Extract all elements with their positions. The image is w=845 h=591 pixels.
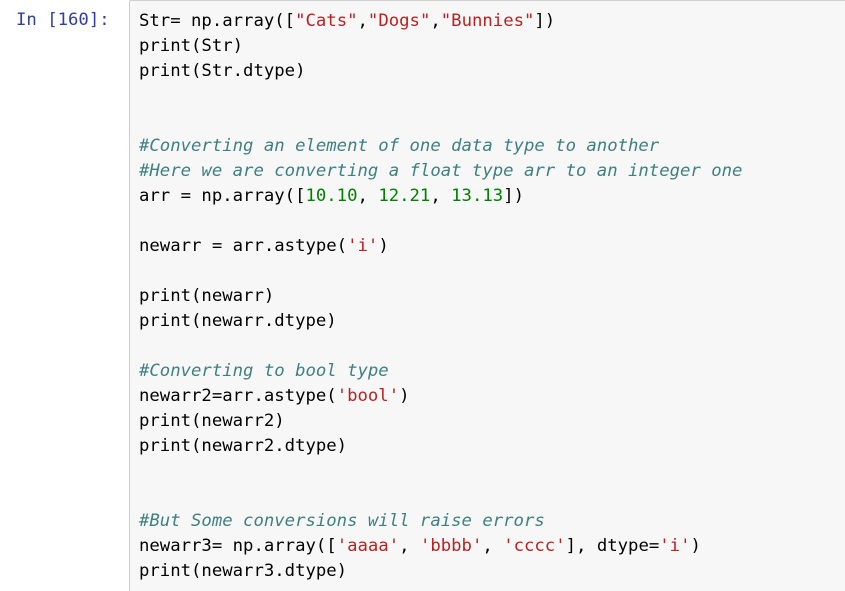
string-literal: 'i' <box>347 236 379 256</box>
number-literal: 10.10 <box>305 186 358 206</box>
code-token: , <box>399 536 420 556</box>
string-literal: 'bbbb' <box>419 536 483 556</box>
code-token: ) <box>378 236 389 256</box>
code-line: print(newarr3.dtype) <box>139 559 742 584</box>
code-comment: #Converting to bool type <box>139 361 389 381</box>
code-token: ) <box>399 386 410 406</box>
code-area[interactable]: Str= np.array(["Cats","Dogs","Bunnies"])… <box>139 9 742 584</box>
code-line: print(newarr.dtype) <box>139 309 742 334</box>
code-line: #Converting to bool type <box>139 359 742 384</box>
code-line: print(Str.dtype) <box>139 59 742 84</box>
string-literal: 'cccc' <box>503 536 566 556</box>
code-line: print(newarr2) <box>139 409 742 434</box>
code-token: Str= np.array([ <box>139 11 296 31</box>
code-token: print(Str.dtype) <box>139 61 306 81</box>
code-token: ) <box>690 536 701 556</box>
code-token: , <box>357 186 379 206</box>
number-literal: 13.13 <box>451 186 504 206</box>
code-comment: #Converting an element of one data type … <box>139 136 660 156</box>
code-token: print(Str) <box>139 36 244 56</box>
code-comment: #But Some conversions will raise errors <box>139 511 545 531</box>
code-token: print(newarr3.dtype) <box>139 561 348 581</box>
code-token: ], dtype= <box>565 536 660 556</box>
code-token: ]) <box>534 11 556 31</box>
code-token: , <box>357 11 368 31</box>
code-line: #Converting an element of one data type … <box>139 134 742 159</box>
code-token: newarr2=arr.astype( <box>139 386 337 406</box>
string-literal: "Bunnies" <box>440 11 535 31</box>
string-literal: 'aaaa' <box>336 536 400 556</box>
string-literal: 'i' <box>659 536 691 556</box>
code-token: , <box>482 536 504 556</box>
code-token: newarr3= np.array([ <box>139 536 337 556</box>
code-token: , <box>430 186 452 206</box>
code-token: newarr = arr.astype( <box>139 236 348 256</box>
code-token: , <box>430 11 441 31</box>
code-line: print(newarr) <box>139 284 742 309</box>
code-line: newarr3= np.array(['aaaa', 'bbbb', 'cccc… <box>139 534 742 559</box>
code-cell[interactable]: In [160]: Str= np.array(["Cats","Dogs","… <box>0 0 845 591</box>
code-line: newarr2=arr.astype('bool') <box>139 384 742 409</box>
code-token: ]) <box>503 186 524 206</box>
code-line: print(Str) <box>139 34 742 59</box>
code-line: #Here we are converting a float type arr… <box>139 159 742 184</box>
string-literal: "Cats" <box>295 11 358 31</box>
code-token: arr = np.array([ <box>139 186 306 206</box>
string-literal: "Dogs" <box>367 11 431 31</box>
code-token: print(newarr.dtype) <box>139 311 337 331</box>
code-comment: #Here we are converting a float type arr… <box>139 161 743 181</box>
code-line: print(newarr2.dtype) <box>139 434 742 459</box>
code-token: print(newarr2.dtype) <box>139 436 348 456</box>
code-line: #But Some conversions will raise errors <box>139 509 742 534</box>
code-editor[interactable]: Str= np.array(["Cats","Dogs","Bunnies"])… <box>129 0 845 591</box>
number-literal: 12.21 <box>378 186 431 206</box>
code-token: print(newarr2) <box>139 411 285 431</box>
code-line: Str= np.array(["Cats","Dogs","Bunnies"]) <box>139 9 742 34</box>
code-line: arr = np.array([10.10, 12.21, 13.13]) <box>139 184 742 209</box>
input-prompt: In [160]: <box>16 10 110 30</box>
code-token: print(newarr) <box>139 286 275 306</box>
code-line: newarr = arr.astype('i') <box>139 234 742 259</box>
string-literal: 'bool' <box>336 386 400 406</box>
